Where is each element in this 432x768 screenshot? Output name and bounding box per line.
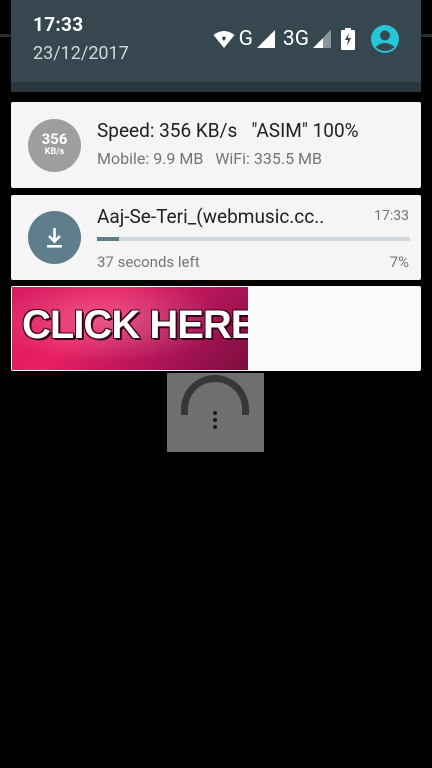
download-filename: Aaj-Se-Teri_(webmusic.cc.. — [97, 205, 325, 228]
download-progress-bar — [97, 237, 410, 241]
divider-right — [421, 34, 432, 37]
date[interactable]: 23/12/2017 — [33, 43, 129, 64]
status-icons: e G 3G — [213, 24, 399, 54]
signal-icon — [256, 30, 275, 48]
speed-notification[interactable]: 356 KB/s Speed: 356 KB/s "ASIM" 100% Mob… — [11, 102, 421, 188]
download-time-left: 37 seconds left — [97, 253, 200, 271]
speed-badge-icon: 356 KB/s — [28, 119, 81, 172]
download-icon — [28, 211, 81, 264]
svg-text:e: e — [222, 36, 226, 43]
speed-title: Speed: 356 KB/s "ASIM" 100% — [97, 119, 359, 142]
download-percent: 7% — [389, 253, 409, 271]
ad-banner-text: CLICK HERE — [22, 303, 248, 347]
network-type-label: G — [238, 27, 253, 51]
speed-data-usage: Mobile: 9.9 MB WiFi: 335.5 MB — [97, 149, 322, 168]
wifi-icon: e — [213, 31, 235, 48]
download-timestamp: 17:33 — [374, 208, 409, 224]
battery-charging-icon — [341, 28, 355, 50]
account-icon[interactable] — [371, 25, 399, 53]
download-notification[interactable]: Aaj-Se-Teri_(webmusic.cc.. 17:33 37 seco… — [11, 195, 421, 280]
loading-arc-icon — [181, 375, 249, 415]
quick-settings-header[interactable]: 17:33 23/12/2017 e G 3G — [11, 0, 421, 82]
speed-badge-value: 356 — [41, 130, 68, 148]
divider-left — [0, 34, 11, 37]
header-handle[interactable] — [11, 82, 421, 92]
network-type-label-2: 3G — [282, 27, 309, 51]
clock: 17:33 — [33, 13, 84, 36]
signal-icon-2 — [313, 30, 331, 48]
ad-notification[interactable]: CLICK HERE — [11, 286, 421, 371]
overflow-menu-button[interactable] — [167, 373, 264, 452]
overflow-menu-icon — [211, 411, 219, 432]
speed-badge-unit: KB/s — [44, 147, 65, 157]
ad-banner[interactable]: CLICK HERE — [12, 287, 248, 370]
download-progress-fill — [97, 237, 119, 241]
notification-shade: 17:33 23/12/2017 e G 3G 356 KB/s Speed: … — [0, 0, 432, 768]
